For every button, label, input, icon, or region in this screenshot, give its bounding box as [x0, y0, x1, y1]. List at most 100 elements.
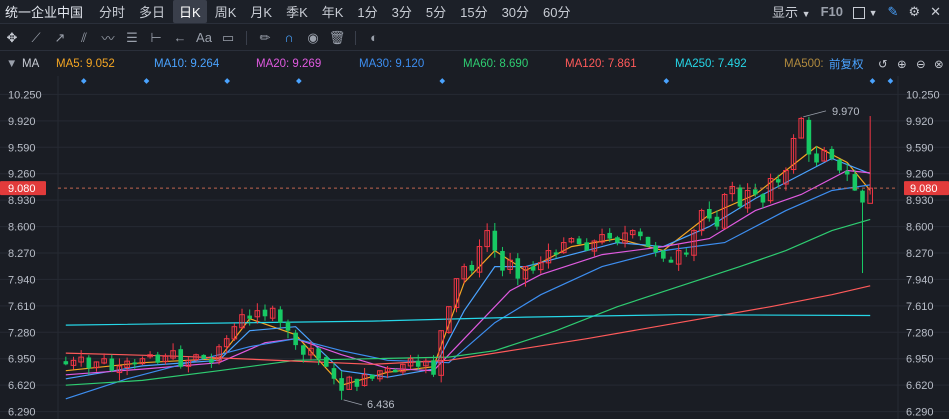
adjust-mode-button[interactable]: 前复权 [829, 56, 864, 72]
ma120-value: MA120: 7.861 [565, 58, 637, 70]
stock-name[interactable]: 统一企业中国 [1, 0, 91, 23]
drawing-toolbar: ✥ ⟋ ↗ ⫽ 〰 ☰ ⊢ ← Aa ▭ ✏ ∩ ◉ 🗑 ◐ [0, 25, 949, 51]
tab-60min[interactable]: 60分 [537, 0, 576, 23]
tab-5min[interactable]: 5分 [420, 0, 452, 23]
ma-label[interactable]: MA [22, 58, 39, 70]
layout-menu[interactable]: ▼ [852, 4, 878, 19]
tab-15min[interactable]: 15分 [454, 0, 493, 23]
ma500-value: MA500: [784, 58, 824, 70]
y-tick-label-left: 8.600 [8, 222, 36, 234]
tab-intraday[interactable]: 分时 [93, 0, 131, 23]
y-tick-label-left: 8.270 [8, 248, 36, 260]
y-tick-label-right: 8.930 [906, 195, 934, 207]
tab-multi-day[interactable]: 多日 [133, 0, 171, 23]
trash-icon[interactable]: 🗑 [325, 30, 349, 46]
candle-body [814, 153, 819, 163]
kline-chart[interactable]: 10.250 9.920 9.590 9.260 8.930 8.600 8.270 7.94… [0, 76, 949, 419]
caret-down-icon: ▼ [868, 8, 878, 18]
y-tick-label-right: 6.290 [906, 407, 934, 419]
topbar-right: 显示 ▼ F10 ▼ ✎ ⚙ ✕ [772, 2, 949, 21]
pen-icon[interactable]: ✎ [888, 4, 899, 20]
candle-body [645, 236, 651, 247]
candle-body [668, 259, 674, 263]
y-tick-label-left: 6.620 [8, 380, 36, 392]
event-marker-icon [296, 78, 302, 84]
tab-monthly-k[interactable]: 月K [244, 0, 278, 23]
arrow-icon[interactable]: ← [168, 30, 192, 45]
range-icon[interactable]: ⊢ [144, 30, 168, 46]
magnet-icon[interactable]: ∩ [277, 30, 301, 45]
current-price-line: 9.080 9.080 [0, 181, 949, 196]
fib-icon[interactable]: ☰ [120, 30, 144, 46]
close-icon[interactable]: ✕ [930, 4, 941, 20]
text-icon[interactable]: Aa [192, 30, 216, 45]
candle-body [500, 250, 505, 271]
zoom-out-icon[interactable]: ⊖ [916, 57, 926, 71]
high-annotation-leader [803, 110, 827, 118]
tab-3min[interactable]: 3分 [386, 0, 418, 23]
tab-daily-k[interactable]: 日K [173, 0, 207, 23]
y-tick-label-right: 7.940 [906, 274, 934, 286]
y-tick-label-left: 10.250 [8, 89, 42, 101]
event-marker-icon [143, 78, 150, 84]
zoom-in-icon[interactable]: ⊕ [897, 57, 907, 71]
y-tick-label-right: 6.620 [906, 380, 934, 392]
candle-body [775, 179, 781, 183]
y-tick-label-right: 9.260 [906, 169, 934, 181]
candle-body [109, 358, 115, 371]
ray-icon[interactable]: ↗ [48, 30, 72, 46]
ma20-value: MA20: 9.269 [256, 58, 322, 70]
y-tick-label-left: 7.280 [8, 327, 36, 339]
undo-icon[interactable]: ↺ [878, 57, 888, 71]
candle-body [737, 187, 743, 207]
tab-30min[interactable]: 30分 [496, 0, 535, 23]
wave-icon[interactable]: 〰 [96, 28, 120, 47]
ma60-value: MA60: 8.690 [463, 58, 529, 70]
y-tick-label-right: 6.950 [906, 354, 934, 366]
brush-icon[interactable]: ✏ [253, 30, 277, 46]
current-price-label-left: 9.080 [8, 183, 36, 195]
candle-body [354, 378, 360, 387]
tab-quarterly-k[interactable]: 季K [280, 0, 314, 23]
candle-body [262, 309, 268, 317]
ma-line-ma5 [65, 145, 871, 386]
close-icon[interactable]: ⊗ [934, 57, 944, 71]
collapse-icon[interactable]: ▼ [6, 58, 17, 70]
period-bar: 统一企业中国 分时 多日 日K 周K 月K 季K 年K 1分 3分 5分 15分… [0, 0, 949, 24]
f10-button[interactable]: F10 [821, 4, 843, 19]
toggle-icon[interactable]: ◐ [362, 30, 386, 45]
candle-body [638, 231, 643, 237]
candle-body [293, 332, 298, 346]
y-tick-label-left: 9.920 [8, 116, 36, 128]
candle-body [415, 360, 421, 367]
y-tick-label-left: 8.930 [8, 195, 36, 207]
candle-body [515, 258, 521, 279]
comment-icon[interactable]: ▭ [216, 30, 240, 46]
square-icon [852, 6, 865, 19]
y-tick-label-left: 7.940 [8, 274, 36, 286]
candle-body [530, 266, 536, 271]
candle-body [860, 190, 865, 203]
candle-body [760, 194, 766, 203]
event-marker-icon [663, 78, 670, 84]
cursor-icon[interactable]: ✥ [0, 30, 24, 46]
candle-body [752, 189, 758, 195]
display-menu[interactable]: 显示 ▼ [772, 2, 811, 21]
candle-body [714, 216, 720, 227]
candle-body [576, 238, 582, 245]
y-tick-label-left: 6.290 [8, 407, 36, 419]
tab-yearly-k[interactable]: 年K [316, 0, 350, 23]
ma250-value: MA250: 7.492 [675, 58, 747, 70]
tab-1min[interactable]: 1分 [351, 0, 383, 23]
settings-icon[interactable]: ⚙ [908, 4, 920, 20]
y-tick-label-right: 7.280 [906, 327, 934, 339]
line-icon[interactable]: ⟋ [24, 30, 48, 46]
candle-body [837, 159, 842, 171]
candle-body [323, 357, 329, 367]
candle-body [492, 230, 498, 251]
candle-body [607, 232, 613, 239]
candle-body [86, 357, 92, 369]
eye-icon[interactable]: ◉ [301, 30, 325, 46]
tab-weekly-k[interactable]: 周K [209, 0, 243, 23]
channel-icon[interactable]: ⫽ [72, 30, 96, 46]
